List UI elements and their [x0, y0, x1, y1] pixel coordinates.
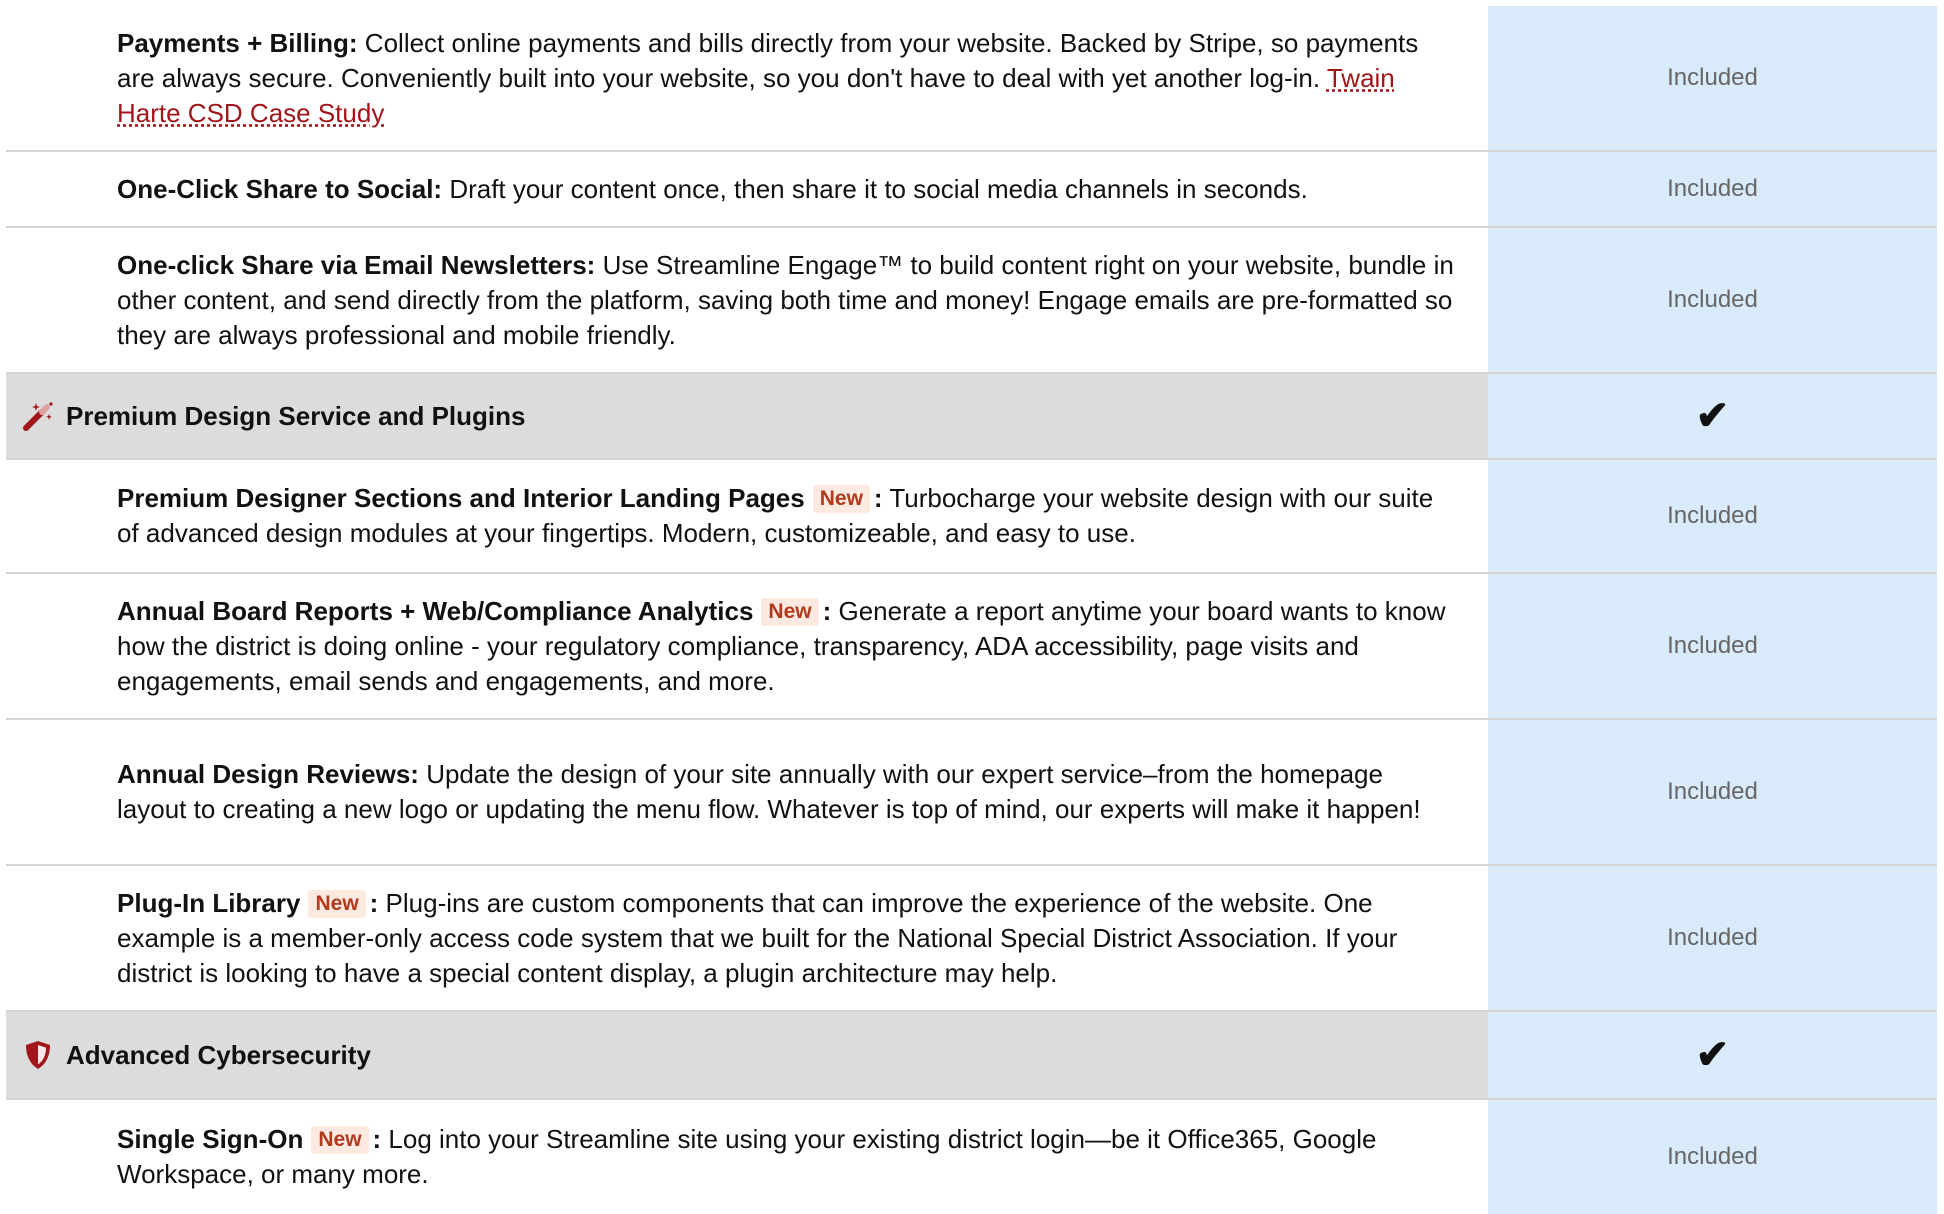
feature-row-plugin-library: Plug-In Library New: Plug-ins are custom …	[6, 866, 1937, 1012]
feature-cell: Annual Board Reports + Web/Compliance An…	[6, 574, 1488, 718]
feature-description: One-click Share via Email Newsletters: U…	[117, 248, 1458, 353]
included-cell: Included	[1488, 152, 1937, 226]
feature-cell: Premium Designer Sections and Interior L…	[6, 460, 1488, 572]
new-badge: New	[761, 597, 819, 626]
feature-row-premium-designer-sections: Premium Designer Sections and Interior L…	[6, 460, 1937, 574]
feature-row-single-sign-on: Single Sign-On New: Log into your Streaml…	[6, 1100, 1937, 1214]
feature-title: Single Sign-On	[117, 1124, 304, 1154]
included-cell: Included	[1488, 228, 1937, 372]
section-row-premium-design: Premium Design Service and Plugins ✔	[6, 374, 1937, 460]
feature-row-design-reviews: Annual Design Reviews: Update the design…	[6, 720, 1937, 866]
section-row-cybersecurity: Advanced Cybersecurity ✔	[6, 1012, 1937, 1100]
feature-title: Annual Board Reports + Web/Compliance An…	[117, 595, 754, 626]
included-label: Included	[1667, 64, 1758, 91]
feature-title: Premium Designer Sections and Interior L…	[117, 483, 805, 513]
feature-description: Annual Board Reports + Web/Compliance An…	[117, 594, 1458, 699]
feature-description: Payments + Billing: Collect online payme…	[117, 26, 1458, 131]
check-icon: ✔	[1695, 394, 1730, 438]
feature-row-email-newsletters: One-click Share via Email Newsletters: U…	[6, 228, 1937, 374]
included-label: Included	[1667, 1143, 1758, 1170]
section-title: Advanced Cybersecurity	[66, 1039, 371, 1070]
new-badge: New	[812, 485, 870, 513]
feature-row-share-social: One-Click Share to Social: Draft your co…	[6, 152, 1937, 228]
included-cell: Included	[1488, 6, 1937, 150]
feature-row-payments-billing: Payments + Billing: Collect online payme…	[6, 6, 1937, 152]
included-label: Included	[1667, 502, 1758, 529]
feature-cell: Payments + Billing: Collect online payme…	[6, 6, 1488, 150]
included-cell: Included	[1488, 460, 1937, 572]
feature-description: Single Sign-On New: Log into your Streaml…	[117, 1122, 1458, 1192]
shield-icon	[22, 1039, 54, 1071]
feature-colon: :	[822, 595, 832, 626]
magic-wand-icon	[22, 400, 54, 432]
included-label: Included	[1667, 175, 1758, 202]
included-cell: Included	[1488, 574, 1937, 718]
features-table: Payments + Billing: Collect online payme…	[6, 6, 1937, 1214]
feature-text: Draft your content once, then share it t…	[442, 173, 1308, 204]
feature-title: One-click Share via Email Newsletters:	[117, 249, 596, 280]
included-label: Included	[1667, 778, 1758, 805]
included-cell: ✔	[1488, 1012, 1937, 1098]
feature-row-board-reports: Annual Board Reports + Web/Compliance An…	[6, 574, 1937, 720]
included-label: Included	[1667, 286, 1758, 313]
feature-colon: :	[372, 1124, 382, 1154]
feature-description: Premium Designer Sections and Interior L…	[117, 481, 1458, 551]
feature-title: Payments + Billing:	[117, 27, 358, 58]
included-cell: Included	[1488, 866, 1937, 1010]
included-cell: Included	[1488, 1100, 1937, 1214]
section-header: Premium Design Service and Plugins	[6, 374, 1488, 458]
feature-cell: One-Click Share to Social: Draft your co…	[6, 152, 1488, 226]
included-label: Included	[1667, 924, 1758, 951]
feature-description: One-Click Share to Social: Draft your co…	[117, 172, 1308, 207]
included-cell: Included	[1488, 720, 1937, 864]
feature-title: One-Click Share to Social:	[117, 173, 443, 204]
included-label: Included	[1667, 632, 1758, 659]
included-cell: ✔	[1488, 374, 1937, 458]
feature-cell: Annual Design Reviews: Update the design…	[6, 720, 1488, 864]
check-icon: ✔	[1695, 1033, 1730, 1077]
section-title: Premium Design Service and Plugins	[66, 400, 526, 431]
feature-cell: One-click Share via Email Newsletters: U…	[6, 228, 1488, 372]
new-badge: New	[308, 889, 366, 918]
feature-title: Annual Design Reviews:	[117, 759, 419, 789]
feature-colon: :	[873, 483, 883, 513]
feature-description: Plug-In Library New: Plug-ins are custom …	[117, 886, 1458, 991]
feature-title: Plug-In Library	[117, 887, 301, 918]
new-badge: New	[311, 1126, 369, 1154]
feature-cell: Single Sign-On New: Log into your Streaml…	[6, 1100, 1488, 1214]
feature-cell: Plug-In Library New: Plug-ins are custom …	[6, 866, 1488, 1010]
feature-text: Log into your Streamline site using your…	[117, 1124, 1377, 1189]
feature-description: Annual Design Reviews: Update the design…	[117, 757, 1458, 827]
section-header: Advanced Cybersecurity	[6, 1012, 1488, 1098]
